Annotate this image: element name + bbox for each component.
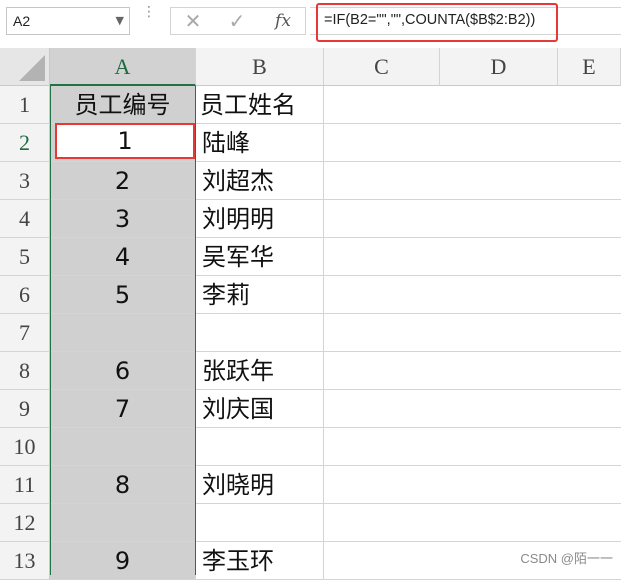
cell-b[interactable]: 刘明明	[196, 200, 324, 238]
column-header-b[interactable]: B	[196, 48, 324, 86]
column-header-a[interactable]: A	[50, 48, 196, 86]
empty-cells[interactable]	[324, 504, 621, 542]
cell-b[interactable]	[196, 428, 324, 466]
row-header[interactable]: 1	[0, 86, 50, 124]
cell-a[interactable]: 2	[50, 162, 196, 200]
row-header[interactable]: 13	[0, 542, 50, 580]
formula-bar-area: A2 ▼ ⋮ ✕ ✓ fx =IF(B2="","",COUNTA($B$2:B…	[0, 0, 621, 46]
empty-cells[interactable]	[324, 428, 621, 466]
cell-a[interactable]	[50, 504, 196, 542]
cell-a[interactable]: 员工编号	[50, 86, 196, 124]
cell-b[interactable]	[196, 504, 324, 542]
column-header-d[interactable]: D	[440, 48, 558, 86]
cell-b[interactable]: 吴军华	[196, 238, 324, 276]
cell-b[interactable]	[196, 314, 324, 352]
empty-cells[interactable]	[324, 466, 621, 504]
cell-a[interactable]: 6	[50, 352, 196, 390]
name-box[interactable]: A2 ▼	[6, 7, 130, 35]
cell-b[interactable]: 刘庆国	[196, 390, 324, 428]
cell-b[interactable]: 刘超杰	[196, 162, 324, 200]
row-header[interactable]: 7	[0, 314, 50, 352]
row-header[interactable]: 5	[0, 238, 50, 276]
name-box-value: A2	[13, 13, 31, 29]
empty-cells[interactable]	[324, 390, 621, 428]
empty-cells[interactable]	[324, 124, 621, 162]
watermark: CSDN @陌一一	[520, 551, 613, 566]
empty-cells[interactable]	[324, 238, 621, 276]
column-header-e[interactable]: E	[558, 48, 621, 86]
formula-buttons: ✕ ✓ fx	[170, 7, 306, 35]
cell-a[interactable]: 5	[50, 276, 196, 314]
row-header[interactable]: 2	[0, 124, 50, 162]
row-header[interactable]: 10	[0, 428, 50, 466]
fx-icon[interactable]: fx	[269, 10, 297, 32]
drag-handle-icon[interactable]: ⋮	[142, 5, 156, 35]
row-header[interactable]: 3	[0, 162, 50, 200]
close-icon[interactable]: ✕	[179, 10, 207, 32]
cell-a[interactable]	[50, 314, 196, 352]
select-all-button[interactable]	[0, 48, 50, 86]
cell-a[interactable]: 9	[50, 542, 196, 580]
cell-b[interactable]: 刘晓明	[196, 466, 324, 504]
cell-a[interactable]: 8	[50, 466, 196, 504]
cell-b[interactable]: 李莉	[196, 276, 324, 314]
formula-text[interactable]: =IF(B2="","",COUNTA($B$2:B2))	[324, 12, 535, 28]
cell-a[interactable]: 4	[50, 238, 196, 276]
check-icon[interactable]: ✓	[223, 10, 251, 32]
chevron-down-icon[interactable]: ▼	[116, 14, 124, 27]
cell-b[interactable]: 张跃年	[196, 352, 324, 390]
select-all-icon	[19, 55, 45, 81]
cell-a[interactable]: 3	[50, 200, 196, 238]
empty-cells[interactable]	[324, 352, 621, 390]
empty-cells[interactable]	[324, 162, 621, 200]
empty-cells[interactable]	[324, 200, 621, 238]
column-header-c[interactable]: C	[324, 48, 440, 86]
cell-b[interactable]: 李玉环	[196, 542, 324, 580]
row-header[interactable]: 11	[0, 466, 50, 504]
row-header[interactable]: 9	[0, 390, 50, 428]
active-cell-value: 1	[117, 127, 133, 155]
cell-a[interactable]: 7	[50, 390, 196, 428]
spreadsheet-grid: A B C D E 1 员工编号 员工姓名 2 陆峰 3 2 刘超杰 4 3 刘明明 5 4 吴军华 6 5 李…	[0, 48, 621, 580]
cell-b[interactable]: 陆峰	[196, 124, 324, 162]
row-header[interactable]: 4	[0, 200, 50, 238]
cell-b[interactable]: 员工姓名	[196, 86, 324, 124]
row-header[interactable]: 12	[0, 504, 50, 542]
empty-cells[interactable]	[324, 276, 621, 314]
empty-cells[interactable]	[324, 86, 621, 124]
row-header[interactable]: 8	[0, 352, 50, 390]
row-header[interactable]: 6	[0, 276, 50, 314]
empty-cells[interactable]	[324, 314, 621, 352]
cell-a[interactable]	[50, 428, 196, 466]
